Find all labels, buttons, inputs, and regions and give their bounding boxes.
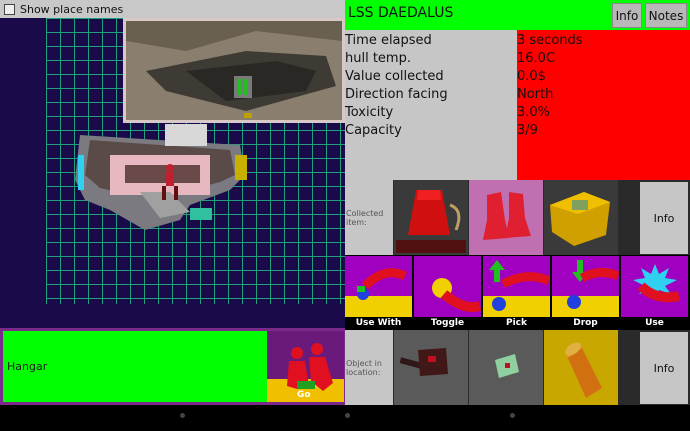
show-place-names-toggle[interactable]: Show place names (0, 0, 345, 18)
stat-label: Toxicity (345, 105, 394, 120)
collected-info-button[interactable]: Info (640, 182, 688, 254)
stat-value: 0.0$ (517, 69, 546, 84)
info-button[interactable]: Info (612, 3, 642, 28)
toggle-label: Toggle (430, 318, 465, 328)
use-with-label: Use With (355, 318, 402, 328)
pick-icon (483, 256, 550, 317)
stat-value: 3 seconds (517, 33, 583, 48)
drop-button[interactable] (552, 256, 619, 317)
collected-scroll-divider (619, 180, 639, 255)
nav-back-icon[interactable] (180, 413, 185, 418)
use-button[interactable] (621, 256, 688, 317)
show-place-names-label: Show place names (20, 2, 124, 16)
flashlight-icon (544, 330, 618, 405)
location-object-slot[interactable] (544, 330, 618, 405)
pick-button[interactable] (483, 256, 550, 317)
stat-value: 3.0% (517, 105, 551, 120)
stat-label: Value collected (345, 69, 444, 84)
page-title: LSS DAEDALUS (348, 5, 454, 21)
room-view-illustration (126, 21, 342, 120)
collected-item-label: Collected item: (345, 180, 393, 255)
frying-pan-icon (394, 330, 468, 405)
toggle-button[interactable] (414, 256, 481, 317)
location-name: Hangar (7, 360, 48, 373)
stat-value: North (517, 87, 554, 102)
collected-item-slot[interactable] (544, 180, 618, 255)
location-object-slot[interactable] (394, 330, 468, 405)
object-info-button[interactable]: Info (640, 332, 688, 404)
location-scroll-divider (619, 330, 639, 405)
pick-label: Pick (505, 318, 527, 328)
nav-recent-icon[interactable] (510, 413, 515, 418)
stat-value: 16.0C (517, 51, 556, 66)
collected-item-slot[interactable] (394, 180, 468, 255)
stat-label: Capacity (345, 123, 402, 138)
nav-home-icon[interactable] (345, 413, 350, 418)
notes-button[interactable]: Notes (645, 3, 687, 28)
red-kettle-icon (394, 180, 468, 255)
use-icon (621, 256, 688, 317)
card-icon (469, 330, 543, 405)
ship-map-illustration (75, 124, 247, 230)
checkbox-icon[interactable] (4, 3, 15, 15)
yellow-toolbox-icon (544, 180, 618, 255)
use-label: Use (645, 318, 664, 328)
use-with-button[interactable] (345, 256, 412, 317)
object-in-location-label: Object in location: (345, 330, 393, 405)
collected-item-slot[interactable] (469, 180, 543, 255)
stat-value: 3/9 (517, 123, 538, 138)
stat-label: Time elapsed (345, 33, 432, 48)
drop-icon (552, 256, 619, 317)
go-button[interactable]: Go (267, 331, 344, 402)
system-nav-bar (0, 405, 690, 431)
location-name-panel[interactable]: Hangar (3, 331, 267, 402)
use-with-icon (345, 256, 412, 317)
red-boots-icon (469, 180, 543, 255)
drop-label: Drop (573, 318, 598, 328)
stat-label: hull temp. (345, 51, 411, 66)
toggle-icon (414, 256, 481, 317)
stat-label: Direction facing (345, 87, 448, 102)
go-label: Go (297, 390, 311, 400)
location-object-slot[interactable] (469, 330, 543, 405)
room-view[interactable] (123, 18, 345, 123)
